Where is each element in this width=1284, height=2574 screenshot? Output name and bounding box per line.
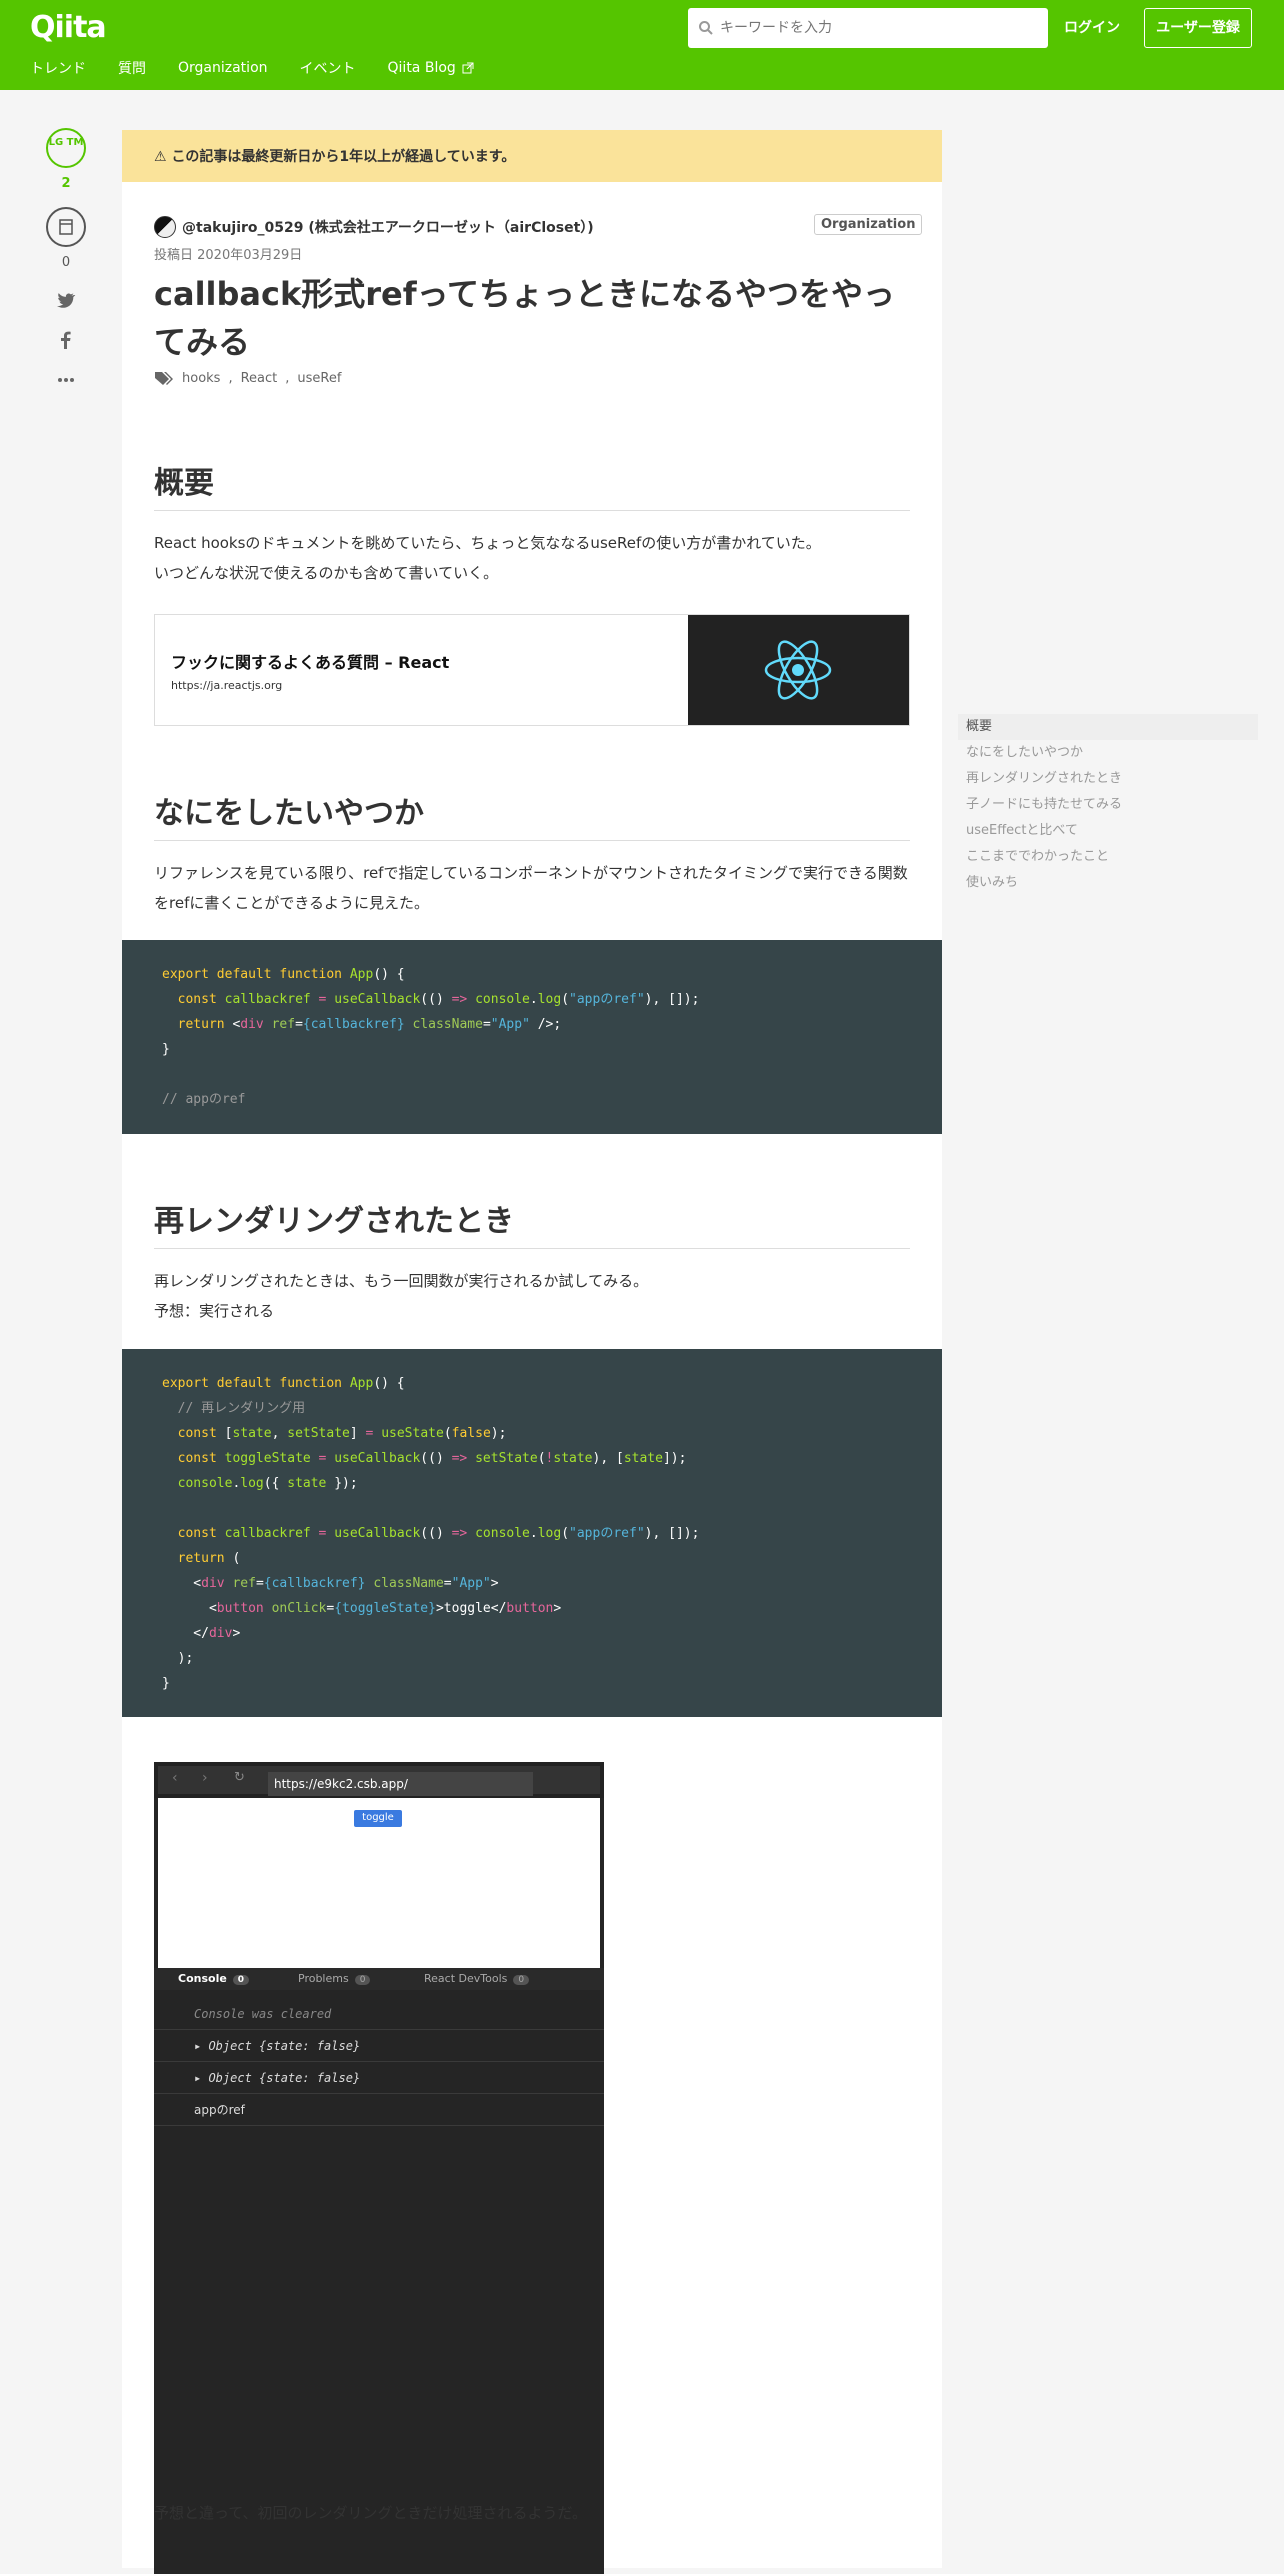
console-log-ref: appのref bbox=[154, 2094, 604, 2126]
stock-icon bbox=[59, 219, 73, 235]
preview-pane: toggle bbox=[158, 1798, 600, 1968]
browser-url: https://e9kc2.csb.app/ bbox=[268, 1772, 533, 1796]
console-log-object: ▸ Object {state: false} bbox=[154, 2030, 604, 2062]
avatar bbox=[154, 216, 176, 238]
stock-count: 0 bbox=[61, 255, 71, 270]
link-card-title: フックに関するよくある質問 – React bbox=[171, 653, 450, 672]
console-cleared: Console was cleared bbox=[154, 1998, 604, 2030]
react-logo bbox=[687, 615, 909, 725]
console-log-object: ▸ Object {state: false} bbox=[154, 2062, 604, 2094]
lgtm-button[interactable]: LG TM bbox=[46, 128, 86, 168]
nav-qiita-blog-label: Qiita Blog bbox=[387, 60, 456, 76]
tab-count: 0 bbox=[232, 1975, 250, 1985]
toc-item[interactable]: なにをしたいやつか bbox=[958, 740, 1258, 766]
tab-label: Console bbox=[178, 1972, 227, 1985]
stock-button[interactable] bbox=[46, 207, 86, 247]
tag-icon bbox=[155, 372, 173, 385]
code-block: export default function App() { // 再レンダリ… bbox=[122, 1349, 942, 1717]
link-card-url: https://ja.reactjs.org bbox=[171, 679, 283, 692]
tag-react[interactable]: React bbox=[241, 371, 278, 386]
paragraph: 予想と違って、初回のレンダリングときだけ処理されるようだ。 bbox=[154, 2504, 588, 2522]
toc-item[interactable]: 子ノードにも持たせてみる bbox=[958, 792, 1258, 818]
search-box[interactable] bbox=[688, 8, 1048, 48]
author-info[interactable]: @takujiro_0529 (株式会社エアークローゼット（airCloset）… bbox=[154, 216, 594, 238]
nav-organization[interactable]: Organization bbox=[178, 58, 268, 78]
back-icon: ‹ bbox=[172, 1770, 178, 1786]
tab-label: Problems bbox=[298, 1972, 349, 1985]
browser-toolbar: ‹ › ↻ https://e9kc2.csb.app/ bbox=[154, 1762, 604, 1798]
toc-item[interactable]: 使いみち bbox=[958, 870, 1258, 896]
lgtm-count: 2 bbox=[61, 176, 71, 191]
toc-item[interactable]: ここまででわかったこと bbox=[958, 844, 1258, 870]
article: ⚠ この記事は最終更新日から1年以上が経過しています。 @takujiro_05… bbox=[122, 130, 942, 2574]
tab-react-devtools: React DevTools 0 bbox=[424, 1972, 530, 1985]
nav-trend[interactable]: トレンド bbox=[30, 58, 86, 78]
paragraph: React hooksのドキュメントを眺めていたら、ちょっと気ななるuseRef… bbox=[154, 534, 821, 552]
tab-label: React DevTools bbox=[424, 1972, 508, 1985]
section-heading-rerender: 再レンダリングされたとき bbox=[154, 1196, 910, 1249]
tab-count: 0 bbox=[354, 1975, 371, 1985]
posted-date: 投稿日 2020年03月29日 bbox=[154, 248, 303, 263]
toc-item[interactable]: 概要 bbox=[958, 714, 1258, 740]
paragraph: リファレンスを見ている限り、refで指定しているコンポーネントがマウントされたタ… bbox=[154, 864, 908, 912]
nav-questions[interactable]: 質問 bbox=[118, 58, 146, 78]
tag-useref[interactable]: useRef bbox=[297, 371, 341, 386]
devtools-tabs: Console 0 Problems 0 React DevTools 0 bbox=[154, 1968, 604, 1990]
tab-problems: Problems 0 bbox=[298, 1972, 371, 1985]
global-header: Qiita ログイン ユーザー登録 トレンド 質問 Organization イ… bbox=[0, 0, 1284, 90]
global-nav: トレンド 質問 Organization イベント Qiita Blog bbox=[30, 58, 506, 78]
toc-item[interactable]: useEffectと比べて bbox=[958, 818, 1258, 844]
code-block: export default function App() { const ca… bbox=[122, 940, 942, 1134]
tab-count: 0 bbox=[513, 1975, 530, 1985]
tag-hooks[interactable]: hooks bbox=[182, 371, 220, 386]
react-icon bbox=[765, 640, 832, 700]
article-side-actions: LG TM 2 0 bbox=[42, 128, 90, 390]
reload-icon: ↻ bbox=[234, 1770, 245, 1785]
paragraph: いつどんな状況で使えるのかも含めて書いていく。 bbox=[154, 564, 499, 582]
section-heading-overview: 概要 bbox=[154, 458, 910, 511]
tag-list: hooks, React, useRef bbox=[154, 370, 341, 386]
table-of-contents: 概要 なにをしたいやつか 再レンダリングされたとき 子ノードにも持たせてみる u… bbox=[958, 714, 1258, 896]
facebook-icon[interactable] bbox=[56, 330, 76, 350]
toc-item[interactable]: 再レンダリングされたとき bbox=[958, 766, 1258, 792]
outdated-warning: ⚠ この記事は最終更新日から1年以上が経過しています。 bbox=[122, 130, 942, 182]
search-icon bbox=[699, 21, 713, 35]
warning-icon: ⚠ bbox=[154, 149, 167, 165]
organization-badge[interactable]: Organization bbox=[814, 214, 923, 235]
code-comment: // appのref bbox=[162, 1092, 246, 1107]
author-name[interactable]: @takujiro_0529 (株式会社エアークローゼット（airCloset）… bbox=[182, 217, 594, 237]
qiita-logo[interactable]: Qiita bbox=[30, 10, 107, 45]
signup-button[interactable]: ユーザー登録 bbox=[1144, 8, 1252, 48]
nav-qiita-blog[interactable]: Qiita Blog bbox=[388, 58, 474, 78]
nav-events[interactable]: イベント bbox=[300, 58, 356, 78]
article-title: callback形式refってちょっときになるやつをやってみる bbox=[154, 275, 896, 361]
paragraph: 再レンダリングされたときは、もう一回関数が実行されるか試してみる。 bbox=[154, 1272, 649, 1290]
tab-console: Console 0 bbox=[178, 1972, 250, 1985]
link-card[interactable]: フックに関するよくある質問 – React https://ja.reactjs… bbox=[154, 614, 910, 726]
external-link-icon bbox=[462, 62, 474, 74]
twitter-icon[interactable] bbox=[56, 290, 76, 310]
search-input[interactable] bbox=[720, 16, 1040, 40]
sandbox-screenshot: ‹ › ↻ https://e9kc2.csb.app/ toggle Cons… bbox=[154, 1762, 604, 2574]
warning-text: この記事は最終更新日から1年以上が経過しています。 bbox=[171, 149, 516, 165]
more-options-icon[interactable] bbox=[56, 370, 76, 390]
login-button[interactable]: ログイン bbox=[1060, 8, 1124, 48]
paragraph: 予想：実行される bbox=[154, 1302, 275, 1320]
forward-icon: › bbox=[202, 1770, 208, 1786]
section-heading-purpose: なにをしたいやつか bbox=[154, 788, 910, 841]
toggle-button: toggle bbox=[354, 1810, 402, 1827]
